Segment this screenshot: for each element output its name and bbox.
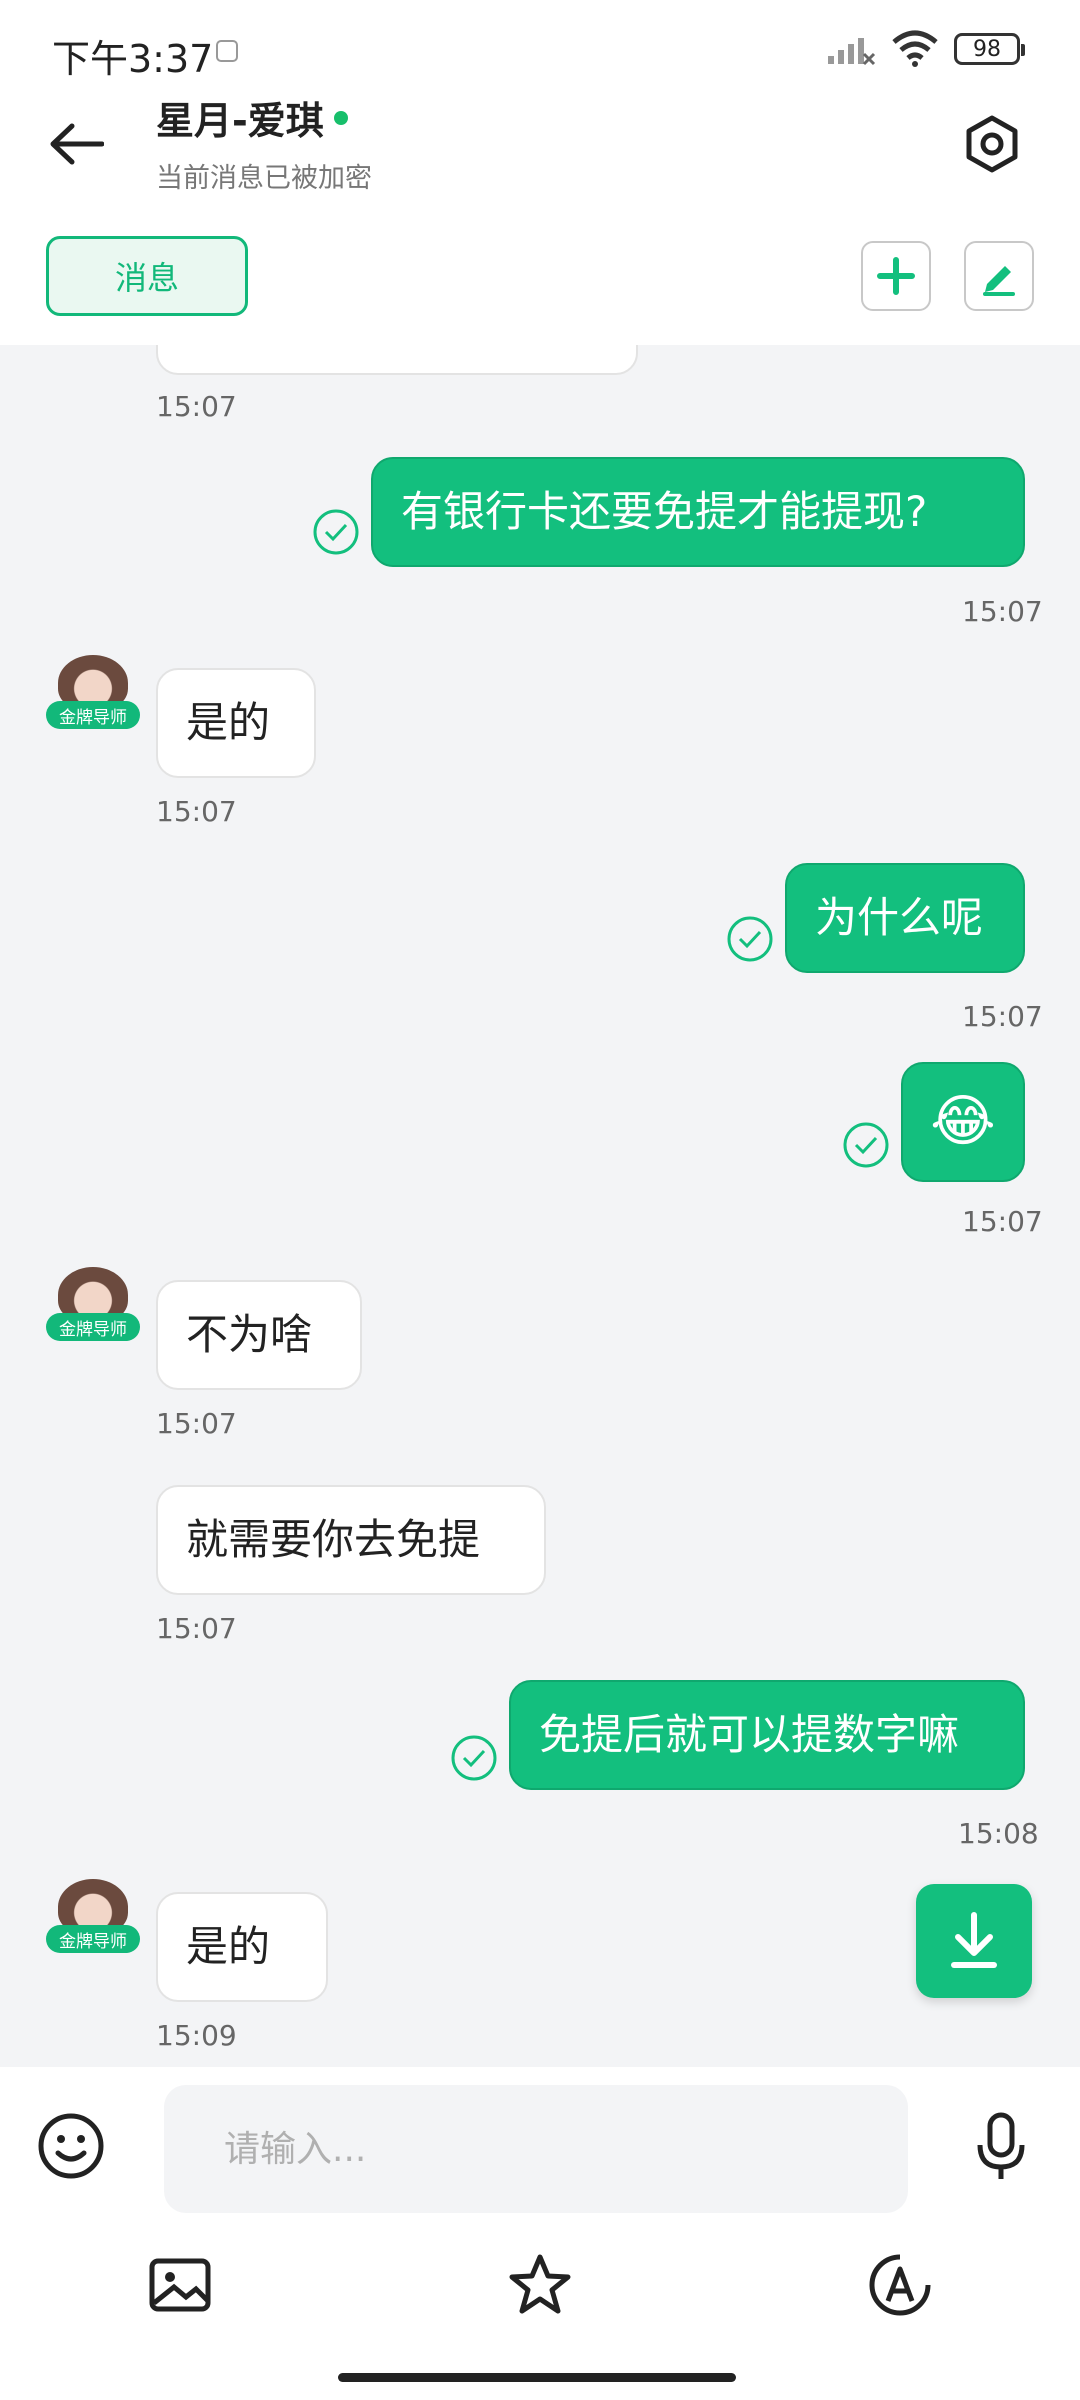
download-icon (951, 1912, 997, 1968)
home-indicator[interactable] (338, 2373, 736, 2382)
check-circle-icon (727, 916, 773, 962)
check-circle-icon (451, 1735, 497, 1781)
online-status-dot (333, 110, 348, 125)
settings-hexagon-icon (966, 115, 1018, 173)
tab-messages[interactable]: 消息 (46, 236, 248, 316)
star-icon[interactable] (508, 2253, 572, 2317)
avatar[interactable]: 金牌导师 (46, 1267, 140, 1341)
avatar-badge: 金牌导师 (46, 1925, 140, 1953)
message-time: 15:07 (156, 1407, 237, 1440)
input-bar (0, 2067, 1080, 2400)
check-circle-icon (843, 1122, 889, 1168)
wifi-icon (892, 30, 938, 67)
settings-button[interactable] (952, 104, 1032, 184)
scroll-to-bottom-button[interactable] (916, 1884, 1032, 1998)
message-time: 15:07 (156, 795, 237, 828)
message-list: 15:07 有银行卡还要免提才能提现? 15:07 金牌导师 是的 15:07 … (0, 345, 1080, 2067)
back-button[interactable] (40, 108, 112, 180)
battery-level: 98 (973, 36, 1001, 62)
avatar-badge: 金牌导师 (46, 1313, 140, 1341)
contact-name: 星月-爱琪 (156, 99, 324, 143)
back-arrow-icon (50, 123, 104, 165)
pen-icon (983, 266, 1015, 296)
message-bubble-incoming[interactable] (156, 345, 638, 375)
status-icons: 98 (826, 30, 1025, 68)
message-bubble-incoming[interactable]: 是的 (156, 1892, 328, 2002)
message-time: 15:07 (962, 1000, 1043, 1033)
avatar[interactable]: 金牌导师 (46, 1879, 140, 1953)
message-time: 15:07 (962, 595, 1043, 628)
message-time: 15:07 (962, 1205, 1043, 1238)
message-time: 15:08 (958, 1817, 1039, 1850)
message-bubble-outgoing[interactable]: 免提后就可以提数字嘛 (509, 1680, 1025, 1790)
add-button[interactable] (861, 241, 931, 311)
avatar[interactable]: 金牌导师 (46, 655, 140, 729)
message-bubble-incoming[interactable]: 不为啥 (156, 1280, 362, 1390)
encryption-note: 当前消息已被加密 (156, 163, 372, 194)
message-bubble-emoji[interactable]: 😂 (901, 1062, 1025, 1182)
mic-icon[interactable] (966, 2111, 1036, 2183)
edit-button[interactable] (964, 241, 1034, 311)
check-circle-icon (313, 509, 359, 555)
message-bubble-incoming[interactable]: 就需要你去免提 (156, 1485, 546, 1595)
chat-title: 星月-爱琪 (156, 90, 348, 145)
avatar-badge: 金牌导师 (46, 701, 140, 729)
battery-indicator: 98 (954, 33, 1025, 65)
signal-icon (828, 38, 876, 66)
message-time: 15:07 (156, 1612, 237, 1645)
message-bubble-outgoing[interactable]: 有银行卡还要免提才能提现? (371, 457, 1025, 567)
message-bubble-outgoing[interactable]: 为什么呢 (785, 863, 1025, 973)
text-style-icon[interactable] (868, 2253, 932, 2317)
emoji-icon[interactable] (36, 2111, 106, 2181)
message-input[interactable] (164, 2085, 908, 2213)
message-time: 15:09 (156, 2019, 237, 2052)
image-icon[interactable] (148, 2253, 212, 2317)
plus-icon (877, 257, 915, 295)
status-time: 下午3:37 (52, 37, 214, 81)
message-bubble-incoming[interactable]: 是的 (156, 668, 316, 778)
message-time: 15:07 (156, 390, 237, 423)
notification-icon (216, 40, 238, 62)
